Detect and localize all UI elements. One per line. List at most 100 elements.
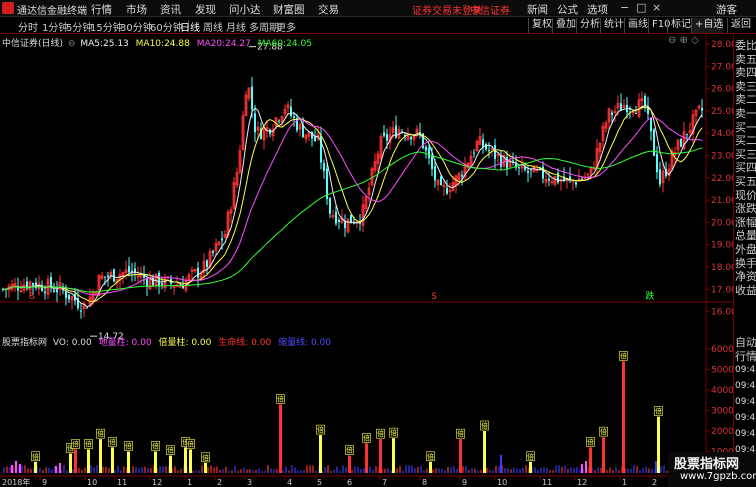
x-axis-label: 2018年 — [2, 477, 30, 487]
candle-body-down — [635, 113, 637, 115]
candle-body-down — [107, 275, 109, 278]
candle-body-down — [656, 153, 658, 173]
double-volume-bar — [392, 438, 395, 473]
candle-body-down — [431, 156, 433, 170]
shrink-volume-bar — [655, 461, 657, 473]
candle-body-down — [56, 289, 58, 293]
double-volume-tag: 倍 — [125, 442, 132, 451]
lifeline-label: 生命线: 0.00 — [218, 338, 272, 348]
double-volume-bar — [87, 449, 90, 473]
x-axis-label: 9 — [42, 478, 47, 487]
candle-body-down — [686, 133, 688, 135]
stock-title: 中信证券(日线) — [2, 39, 64, 49]
candle-body-down — [473, 152, 475, 154]
double-volume-bar — [279, 404, 282, 473]
candle-body-down — [461, 174, 463, 177]
indicator-name[interactable]: 股票指标网 — [2, 338, 47, 348]
chart-zoom-controls[interactable]: ⊖ ⊕ ◇ — [668, 35, 699, 46]
x-axis-label: 11 — [542, 478, 552, 487]
tick-time: 09:47 — [735, 413, 756, 423]
double-volume-bar — [602, 437, 605, 473]
kline-chart[interactable]: 28.0027.0026.0025.0024.0023.0022.0021.00… — [0, 0, 756, 487]
candle-body-down — [557, 172, 559, 183]
candle-body-down — [548, 178, 550, 181]
double-volume-tag: 倍 — [390, 428, 397, 437]
double-volume-tag: 倍 — [152, 442, 159, 451]
double-volume-tag: 倍 — [363, 433, 370, 442]
candle-body-down — [212, 250, 214, 253]
watermark-title: 股票指标网 — [674, 457, 740, 472]
candle-body-down — [512, 160, 514, 162]
candle-body-down — [197, 267, 199, 278]
candle-body-down — [506, 157, 508, 169]
collapse-icon[interactable]: ⊖ — [68, 39, 76, 49]
candle-body-down — [314, 136, 316, 142]
double-volume-bar — [189, 449, 192, 473]
shrink-line-label: 缩量线: 0.00 — [278, 338, 331, 348]
x-axis-label: 11 — [117, 478, 127, 487]
tick-time: 09:47 — [735, 429, 756, 439]
candle-body-down — [158, 272, 160, 287]
candle-body-down — [293, 116, 295, 119]
x-axis-label: 3 — [247, 478, 252, 487]
double-volume-bar — [111, 447, 114, 473]
double-volume-tag: 倍 — [655, 407, 662, 416]
quote-side-panel: 委比 卖五 卖四 卖三 卖二 卖一 买一 买二 买三 买四 买五 现价 涨跌 涨幅 总量 外盘 换手 净资 收益 自动… — [733, 34, 756, 487]
double-volume-tag: 倍 — [620, 351, 627, 360]
candle-body-down — [488, 150, 490, 152]
candle-body-down — [644, 95, 646, 106]
ma60-label: MA60:24.05 — [257, 39, 312, 49]
double-volume-tag: 倍 — [317, 425, 324, 434]
candle-body-down — [278, 120, 280, 122]
candle-body-down — [518, 167, 520, 169]
double-volume-tag: 倍 — [277, 394, 284, 403]
candle-body-down — [80, 310, 82, 312]
candle-body-down — [428, 147, 430, 159]
candle-body-down — [323, 163, 325, 171]
signal-marker: 跌 — [645, 291, 654, 302]
double-volume-bar — [379, 439, 382, 473]
candle-body-down — [485, 144, 487, 150]
double-volume-tag: 倍 — [202, 453, 209, 462]
quote-label: 行情 — [735, 350, 756, 363]
candle-body-down — [446, 187, 448, 194]
candle-body-down — [65, 291, 67, 299]
x-axis-label: 12 — [577, 478, 587, 487]
double-volume-tag: 倍 — [85, 439, 92, 448]
double-volume-bar — [184, 447, 187, 473]
double-volume-bar — [99, 439, 102, 473]
double-volume-tag: 倍 — [109, 437, 116, 446]
ma-info-line: 中信证券(日线) ⊖ MA5:25.13 MA10:24.88 MA20:24.… — [2, 36, 312, 49]
candle-body-down — [329, 198, 331, 214]
candle-body-down — [290, 106, 292, 116]
ma20-label: MA20:24.27 — [196, 39, 251, 49]
ma10-label: MA10:24.88 — [135, 39, 190, 49]
shrink-volume-bar — [500, 455, 502, 473]
double-volume-bar — [589, 447, 592, 473]
candle-body-down — [68, 294, 70, 300]
candle-body-down — [701, 107, 703, 111]
candle-body-down — [338, 219, 340, 222]
candle-body-down — [527, 170, 529, 173]
ground-volume-label: 地量柱: 0.00 — [98, 338, 152, 348]
double-volume-bar — [319, 435, 322, 473]
double-volume-bar — [69, 453, 72, 473]
candle-body-down — [383, 132, 385, 136]
tick-time: 09:47 — [735, 381, 756, 391]
double-volume-bar — [169, 455, 172, 473]
x-axis-label: 1 — [187, 478, 192, 487]
x-axis-label: 10 — [87, 478, 97, 487]
double-volume-tag: 倍 — [32, 452, 39, 461]
candle-body-down — [440, 176, 442, 186]
double-volume-bar — [127, 451, 130, 473]
double-volume-tag: 倍 — [481, 421, 488, 430]
candle-body-down — [680, 139, 682, 147]
candle-body-down — [482, 139, 484, 148]
volume-info-line: 股票指标网 VO: 0.00 地量柱: 0.00 倍量柱: 0.00 生命线: … — [2, 335, 331, 348]
candle-body-down — [395, 125, 397, 138]
x-axis-label: 4 — [287, 478, 292, 487]
candle-body-down — [425, 146, 427, 151]
double-volume-bar — [365, 443, 368, 473]
double-volume-tag: 倍 — [457, 429, 464, 438]
x-axis-label: 7 — [382, 478, 387, 487]
